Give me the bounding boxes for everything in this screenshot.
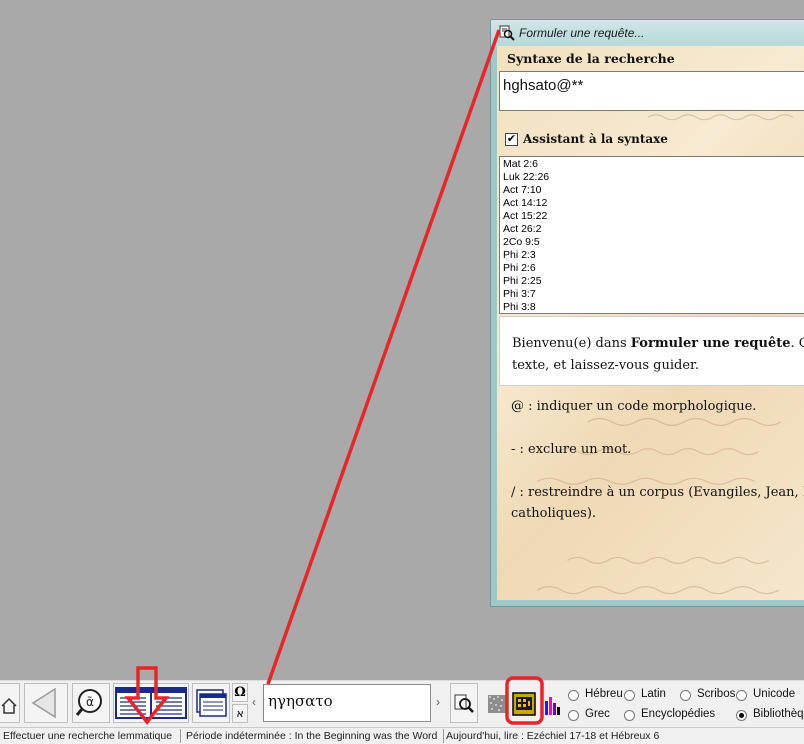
greek-search-input[interactable]: ηγησατο (263, 684, 431, 722)
query-dialog-window: Formuler une requête... Syntaxe de la re… (490, 19, 804, 607)
home-icon (1, 697, 17, 714)
reference-list[interactable]: Mat 2:6 Luk 22:26 Act 7:10 Act 14:12 Act… (499, 156, 804, 314)
radio-bibliotheque[interactable] (736, 710, 747, 721)
search-lemma-icon: ᾶ (75, 689, 102, 716)
welcome-bold: Formuler une requête (630, 336, 791, 351)
radio-latin[interactable] (624, 690, 635, 701)
parallel-view-button[interactable] (113, 683, 189, 723)
query-magnifier-icon (454, 694, 474, 713)
radio-encyclopedies[interactable] (624, 710, 635, 721)
stacked-windows-icon (196, 689, 227, 717)
status-hint: Effectuer une recherche lemmatique (3, 730, 173, 742)
radio-hebreu-label: Hébreu (585, 688, 623, 700)
annotation-line (266, 29, 501, 685)
dialog-title: Formuler une requête... (519, 26, 645, 40)
syntax-heading: Syntaxe de la recherche (507, 51, 675, 66)
help-slash-line2: catholiques). (511, 506, 597, 521)
radio-scribos-label: Scribos (697, 688, 736, 700)
reference-item[interactable]: Phi 3:8 (503, 301, 804, 313)
stacked-view-button[interactable] (192, 683, 230, 723)
radio-encyclopedies-label: Encyclopédies (641, 708, 716, 720)
assistant-checkbox[interactable]: ✔ (505, 133, 518, 146)
syntax-help: @ : indiquer un code morphologique. - : … (511, 396, 804, 524)
reference-item[interactable]: 2Co 9:5 (503, 236, 804, 249)
scroll-right-arrow[interactable]: › (436, 695, 440, 709)
bottom-toolbar: ᾶ Ω א ‹ ηγησατο › Hébreu Latin Scribos U… (0, 680, 804, 727)
formulate-query-button[interactable] (450, 683, 478, 723)
help-slash-line1: / : restreindre à un corpus (Evangiles, … (511, 485, 804, 500)
reference-item[interactable]: Act 14:12 (503, 197, 804, 210)
reference-item[interactable]: Act 7:10 (503, 184, 804, 197)
reference-item[interactable]: Luk 22:26 (503, 171, 804, 184)
reference-item[interactable]: Act 26:2 (503, 223, 804, 236)
dialog-titlebar[interactable]: Formuler une requête... (491, 20, 804, 46)
lemma-search-button[interactable]: ᾶ (72, 683, 110, 723)
query-input[interactable]: hghsato@** (499, 71, 804, 111)
reference-item[interactable]: Phi 3:7 (503, 288, 804, 301)
svg-text:ᾶ: ᾶ (86, 695, 94, 709)
reference-item[interactable]: Mat 2:6 (503, 158, 804, 171)
color-bars-icon (545, 697, 560, 715)
assistant-label: Assistant à la syntaxe (523, 132, 668, 146)
reference-item[interactable]: Phi 2:3 (503, 249, 804, 262)
reference-item[interactable]: Phi 2:6 (503, 262, 804, 275)
parallel-columns-icon (115, 687, 187, 719)
reference-item[interactable]: Act 15:22 (503, 210, 804, 223)
back-button[interactable] (24, 683, 68, 723)
welcome-message: Bienvenu(e) dans Formuler une requête. C… (499, 316, 804, 386)
color-palette-button[interactable] (543, 683, 561, 723)
parchment-panel: Syntaxe de la recherche hghsato@** ✔ Ass… (497, 46, 804, 600)
radio-scribos[interactable] (680, 690, 691, 701)
status-bar: Effectuer une recherche lemmatique Pério… (0, 727, 804, 744)
help-slash: / : restreindre à un corpus (Evangiles, … (511, 482, 804, 524)
magnifier-query-icon (499, 25, 515, 41)
texture-button[interactable] (486, 683, 508, 723)
status-separator (443, 729, 444, 743)
radio-unicode-label: Unicode (753, 688, 796, 700)
status-separator (180, 729, 181, 743)
display-mode-button[interactable] (510, 683, 538, 723)
reference-item[interactable]: Phi 2:25 (503, 275, 804, 288)
omega-keyboard-button[interactable]: Ω (232, 683, 248, 702)
scroll-left-arrow[interactable]: ‹ (252, 695, 256, 709)
welcome-line2: texte, et laissez-vous guider. (512, 358, 699, 373)
welcome-prefix: Bienvenu(e) dans (512, 336, 631, 351)
radio-unicode[interactable] (736, 690, 747, 701)
status-today-reading: Aujourd'hui, lire : Ezéchiel 17-18 et Hé… (446, 730, 660, 742)
help-at: @ : indiquer un code morphologique. (511, 399, 757, 414)
radio-bibliotheque-label: Bibliothèqu (753, 708, 804, 720)
help-minus: - : exclure un mot. (511, 442, 632, 457)
texture-icon (488, 695, 506, 713)
manuscript-display-icon (512, 692, 536, 716)
status-period: Période indéterminée : In the Beginning … (186, 730, 438, 742)
radio-hebreu[interactable] (568, 690, 579, 701)
aleph-keyboard-button[interactable]: א (232, 704, 248, 723)
welcome-after: . C (790, 336, 804, 351)
back-triangle-icon (31, 687, 56, 719)
radio-grec[interactable] (568, 710, 579, 721)
radio-grec-label: Grec (585, 708, 610, 720)
radio-latin-label: Latin (641, 688, 666, 700)
home-button[interactable] (0, 683, 20, 723)
